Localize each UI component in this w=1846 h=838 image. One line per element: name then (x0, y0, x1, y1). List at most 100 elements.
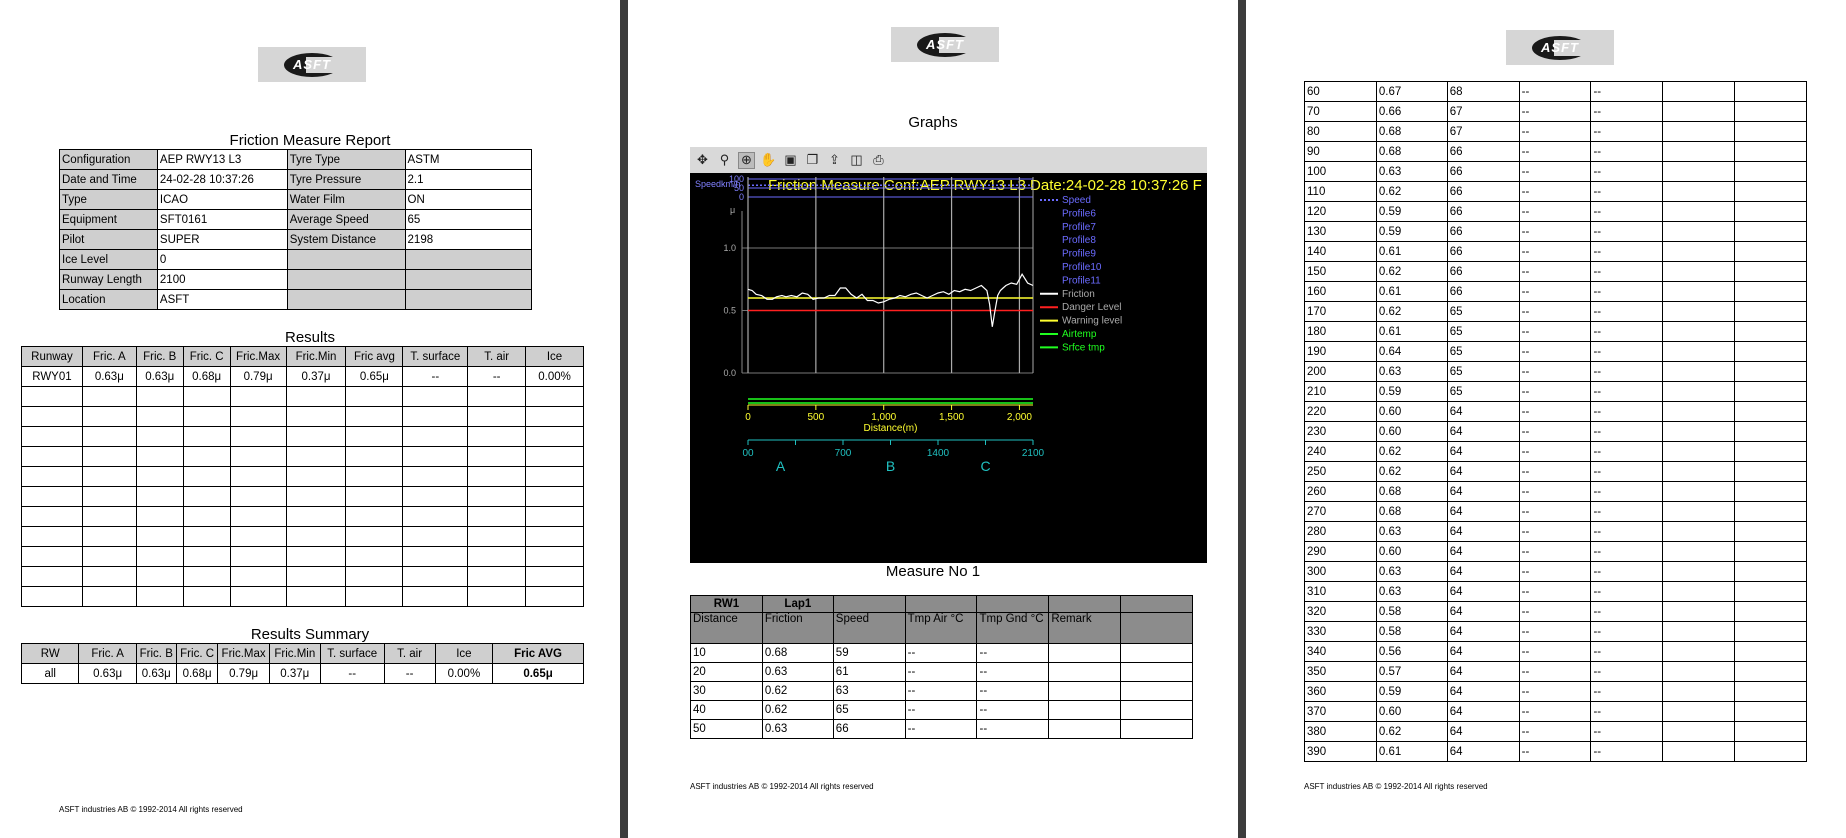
table-cell: 66 (1446, 141, 1520, 162)
empty-cell (467, 506, 527, 527)
table-cell: 180 (1304, 321, 1377, 342)
table-cell: -- (976, 681, 1050, 701)
table-cell (1662, 421, 1736, 442)
empty-cell (467, 446, 527, 467)
table-cell (1662, 441, 1736, 462)
info-row: Runway Length 2100 (59, 269, 533, 290)
table-cell: 260 (1304, 481, 1377, 502)
empty-row (21, 446, 584, 467)
table-cell: -- (1590, 581, 1664, 602)
table-cell (1734, 401, 1807, 422)
table-cell: 340 (1304, 641, 1377, 662)
column-header: Fric. B (135, 643, 177, 664)
table-cell: 66 (1446, 161, 1520, 182)
info-value (404, 269, 533, 290)
table-cell: 0.00% (434, 663, 494, 684)
table-header-cell: RW1 (690, 595, 763, 613)
table-cell: -- (1518, 521, 1592, 542)
asft-logo-mark: ASFT (284, 52, 340, 77)
table-cell (1734, 721, 1807, 742)
empty-cell (135, 486, 184, 507)
print-icon[interactable]: ⎙ (870, 152, 887, 169)
table-row: 390 0.61 64 -- -- (1304, 741, 1807, 762)
table-cell: -- (1518, 301, 1592, 322)
table-cell: 0.63μ (78, 663, 137, 684)
table-cell: -- (1590, 621, 1664, 642)
move-icon[interactable]: ✥ (694, 152, 711, 169)
zoom-in-icon[interactable]: ⊕ (738, 151, 755, 169)
table-cell (1662, 101, 1736, 122)
table-row: 40 0.62 65 -- -- (690, 700, 1193, 720)
legend-label: Warning level (1062, 316, 1122, 327)
table-cell: -- (1590, 301, 1664, 322)
table-cell: 64 (1446, 441, 1520, 462)
column-header: Fric avg (345, 346, 404, 367)
table-cell: -- (1518, 661, 1592, 682)
copy-icon[interactable]: ❐ (804, 152, 821, 169)
table-cell: 0.63 (761, 719, 834, 739)
table-cell: 66 (1446, 221, 1520, 242)
empty-cell (525, 486, 584, 507)
table-cell: -- (1590, 461, 1664, 482)
table-cell: 0.65μ (492, 663, 584, 684)
table-row: 330 0.58 64 -- -- (1304, 621, 1807, 642)
table-cell: 0.58 (1375, 601, 1448, 622)
empty-cell (229, 406, 287, 427)
table-cell: -- (1590, 101, 1664, 122)
print-preview-icon[interactable]: ◫ (848, 152, 865, 169)
empty-row (21, 466, 584, 487)
empty-cell (135, 386, 184, 407)
table-cell: 0.61 (1375, 241, 1448, 262)
table-cell: 0.63μ (135, 663, 177, 684)
empty-cell (402, 406, 469, 427)
empty-cell (81, 506, 137, 527)
table-cell: 320 (1304, 601, 1377, 622)
export-icon[interactable]: ⇪ (826, 152, 843, 169)
table-cell (1734, 201, 1807, 222)
table-cell: -- (904, 719, 978, 739)
empty-cell (81, 466, 137, 487)
table-cell (1662, 281, 1736, 302)
empty-cell (135, 586, 184, 607)
table-row: 170 0.62 65 -- -- (1304, 301, 1807, 322)
table-header-cell (1048, 595, 1122, 613)
info-label: Date and Time (59, 169, 158, 190)
table-header-cell (976, 595, 1050, 613)
column-header: Fric. C (175, 643, 219, 664)
table-cell: -- (1518, 281, 1592, 302)
empty-cell (285, 526, 347, 547)
table-cell: -- (1518, 501, 1592, 522)
empty-cell (345, 426, 404, 447)
table-cell: 64 (1446, 621, 1520, 642)
report-info-table: Configuration AEP RWY13 L3 Tyre Type ASTM Da… (59, 149, 533, 310)
table-row: 120 0.59 66 -- -- (1304, 201, 1807, 222)
table-cell: 130 (1304, 221, 1377, 242)
table-row: 180 0.61 65 -- -- (1304, 321, 1807, 342)
table-cell: 0.64 (1375, 341, 1448, 362)
table-row: 80 0.68 67 -- -- (1304, 121, 1807, 142)
table-cell (1662, 341, 1736, 362)
table-cell: 0.61 (1375, 281, 1448, 302)
empty-cell (467, 466, 527, 487)
results-table: Runway Fric. A Fric. B Fric. C Fric.Max Fric.… (21, 346, 584, 607)
empty-cell (402, 546, 469, 567)
pan-icon[interactable]: ✋ (760, 152, 777, 169)
table-cell: 150 (1304, 261, 1377, 282)
table-cell (1734, 261, 1807, 282)
table-cell (1662, 401, 1736, 422)
save-icon[interactable]: ▣ (782, 152, 799, 169)
zoom-icon[interactable]: ⚲ (716, 152, 733, 169)
report-page-3: ASFT 60 0.67 68 -- -- 70 0.66 67 -- -- 80 0.68 67 -- -… (1246, 0, 1846, 838)
table-cell: -- (402, 366, 469, 387)
table-cell: -- (1518, 621, 1592, 642)
table-cell: -- (1518, 241, 1592, 262)
logo-text: ASFT (926, 37, 964, 52)
empty-cell (182, 426, 231, 447)
table-cell (1734, 221, 1807, 242)
table-cell: 64 (1446, 721, 1520, 742)
column-header: T. surface (319, 643, 385, 664)
empty-cell (135, 466, 184, 487)
column-header: Fric. C (182, 346, 231, 367)
table-cell (1662, 321, 1736, 342)
table-cell: -- (1590, 161, 1664, 182)
